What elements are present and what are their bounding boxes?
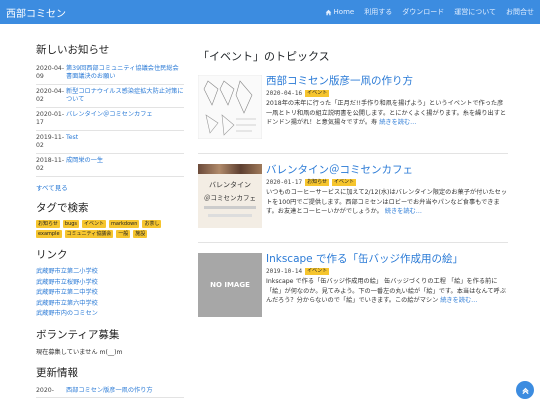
tag-general[interactable]: 一般 bbox=[116, 230, 131, 238]
post-excerpt: いつものコーヒーサービスに加えて2/12(水)はバレンタイン限定のお菓子が付いた… bbox=[266, 188, 508, 217]
page-title: 「イベント」のトピックス bbox=[198, 50, 330, 63]
news-more-link[interactable]: すべて見る bbox=[36, 182, 184, 192]
post-date: 2020-04-16 bbox=[266, 90, 303, 97]
post-excerpt: 2018年の末年に行った「正月だ!!手作り和凧を揚げよう」というイベントで作った… bbox=[266, 99, 508, 128]
nav-home[interactable]: Home bbox=[325, 7, 355, 17]
sidebar: 新しいお知らせ 2020-04-09 第39回西部コミュニティ協議会住民総会書面議… bbox=[36, 42, 184, 398]
news-title[interactable]: 成岡栄の一生 bbox=[66, 157, 103, 173]
tag-facility[interactable]: 施設 bbox=[133, 230, 148, 238]
news-date: 2020-01-17 bbox=[36, 111, 65, 126]
post-title[interactable]: バレンタイン＠コミセンカフェ bbox=[266, 164, 508, 176]
nav-contact[interactable]: お問合せ bbox=[506, 7, 534, 17]
tag-cloud: お知らせ bugs イベント markdown お茶し example コミュニ… bbox=[36, 220, 184, 238]
post-excerpt: Inkscape で作る「缶バッジ作成用の絵」 缶バッジづくりの工程 「絵」を作… bbox=[266, 277, 508, 306]
nav-home-label: Home bbox=[333, 8, 355, 16]
updates-heading: 更新情報 bbox=[36, 366, 78, 379]
links-list: 武蔵野市立第二小学校 武蔵野市立桜野小学校 武蔵野市立第二中学校 武蔵野市立第六… bbox=[36, 267, 184, 320]
scroll-to-top-button[interactable] bbox=[516, 381, 534, 399]
home-icon bbox=[325, 9, 331, 15]
post-badge[interactable]: イベント bbox=[332, 179, 357, 186]
tag-example[interactable]: example bbox=[36, 230, 62, 238]
update-item[interactable]: 2020- 西部コミセン版彦一凧の作り方 bbox=[36, 385, 184, 398]
read-more-link[interactable]: 続きを読む… bbox=[385, 208, 422, 215]
post-card: 西部コミセン版彦一凧の作り方 2020-04-16 イベント 2018年の末年に… bbox=[198, 75, 508, 154]
tag-ocha[interactable]: お茶し bbox=[142, 220, 162, 228]
post-card: NO IMAGE Inkscape で作る「缶バッジ作成用の絵」 2019-10… bbox=[198, 253, 508, 331]
news-item[interactable]: 2020-04-02 新型コロナウイルス感染症拡大防止対策について bbox=[36, 85, 184, 108]
thumb-line-1: バレンタイン bbox=[209, 181, 251, 189]
link-item[interactable]: 武蔵野市立第二中学校 bbox=[36, 288, 184, 299]
topic-list: 「イベント」のトピックス 西部コミセン版彦一凧の作り方 2020-04-16 イ… bbox=[198, 42, 508, 398]
chevron-up-icon bbox=[521, 387, 529, 394]
news-item[interactable]: 2020-01-17 バレンタイン＠コミセンカフェ bbox=[36, 108, 184, 131]
news-item[interactable]: 2020-04-09 第39回西部コミュニティ協議会住民総会書面議決のお願い bbox=[36, 62, 184, 85]
site-brand[interactable]: 西部コミセン bbox=[6, 5, 66, 20]
tag-oshirase[interactable]: お知らせ bbox=[36, 220, 60, 228]
thumb-line-2: ＠コミセンカフェ bbox=[204, 194, 256, 202]
valentine-thumbnail[interactable]: バレンタイン ＠コミセンカフェ bbox=[198, 164, 262, 228]
nav-usage[interactable]: 利用する bbox=[364, 7, 392, 17]
post-date: 2020-01-17 bbox=[266, 179, 303, 186]
read-more-link[interactable]: 続きを読む… bbox=[379, 119, 416, 126]
read-more-link[interactable]: 続きを読む… bbox=[440, 297, 477, 304]
link-item[interactable]: 武蔵野市立第六中学校 bbox=[36, 299, 184, 310]
main-nav: Home 利用する ダウンロード 運営について お問合せ bbox=[325, 7, 534, 17]
news-title[interactable]: バレンタイン＠コミセンカフェ bbox=[66, 111, 153, 127]
news-title[interactable]: Test bbox=[66, 134, 78, 150]
news-item[interactable]: 2018-11-02 成岡栄の一生 bbox=[36, 154, 184, 177]
link-item[interactable]: 武蔵野市内のコミセン bbox=[36, 309, 184, 320]
nav-about[interactable]: 運営について bbox=[454, 7, 496, 17]
post-title[interactable]: Inkscape で作る「缶バッジ作成用の絵」 bbox=[266, 253, 508, 265]
link-item[interactable]: 武蔵野市立桜野小学校 bbox=[36, 278, 184, 289]
news-title[interactable]: 第39回西部コミュニティ協議会住民総会書面議決のお願い bbox=[66, 65, 184, 81]
volunteer-text: 現在募集していません m(__)m bbox=[36, 348, 123, 356]
top-navbar: 西部コミセン Home 利用する ダウンロード 運営について お問合せ bbox=[0, 0, 540, 24]
updates-list: 2020- 西部コミセン版彦一凧の作り方 bbox=[36, 385, 184, 398]
news-date: 2020-04-02 bbox=[36, 88, 65, 103]
update-date: 2020- bbox=[36, 386, 54, 394]
post-badge[interactable]: イベント bbox=[305, 268, 330, 275]
news-title[interactable]: 新型コロナウイルス感染症拡大防止対策について bbox=[66, 88, 184, 104]
link-item[interactable]: 武蔵野市立第二小学校 bbox=[36, 267, 184, 278]
news-date: 2020-04-09 bbox=[36, 65, 65, 80]
tag-bugs[interactable]: bugs bbox=[62, 220, 80, 228]
tags-heading: タグで検索 bbox=[36, 202, 89, 214]
update-title[interactable]: 西部コミセン版彦一凧の作り方 bbox=[66, 387, 153, 395]
news-list: 2020-04-09 第39回西部コミュニティ協議会住民総会書面議決のお願い 20… bbox=[36, 62, 184, 177]
post-card: バレンタイン ＠コミセンカフェ バレンタイン＠コミセンカフェ 2020-01-1… bbox=[198, 164, 508, 243]
volunteer-heading: ボランティア募集 bbox=[36, 328, 120, 341]
post-title[interactable]: 西部コミセン版彦一凧の作り方 bbox=[266, 75, 508, 87]
news-date: 2019-11-02 bbox=[36, 134, 65, 149]
tag-community[interactable]: コミュニティ協議会 bbox=[64, 230, 114, 238]
links-heading: リンク bbox=[36, 249, 68, 261]
no-image-label: NO IMAGE bbox=[210, 281, 250, 289]
post-date: 2019-10-14 bbox=[266, 268, 303, 275]
nav-download[interactable]: ダウンロード bbox=[402, 7, 444, 17]
no-image-thumbnail[interactable]: NO IMAGE bbox=[198, 253, 262, 317]
news-item[interactable]: 2019-11-02 Test bbox=[36, 131, 184, 154]
news-heading: 新しいお知らせ bbox=[36, 44, 110, 56]
post-badge[interactable]: お知らせ bbox=[305, 179, 330, 186]
tag-markdown[interactable]: markdown bbox=[109, 220, 140, 228]
kite-diagram-thumbnail[interactable] bbox=[198, 75, 262, 139]
news-date: 2018-11-02 bbox=[36, 157, 65, 172]
post-badge[interactable]: イベント bbox=[305, 90, 330, 97]
tag-event[interactable]: イベント bbox=[82, 220, 107, 228]
